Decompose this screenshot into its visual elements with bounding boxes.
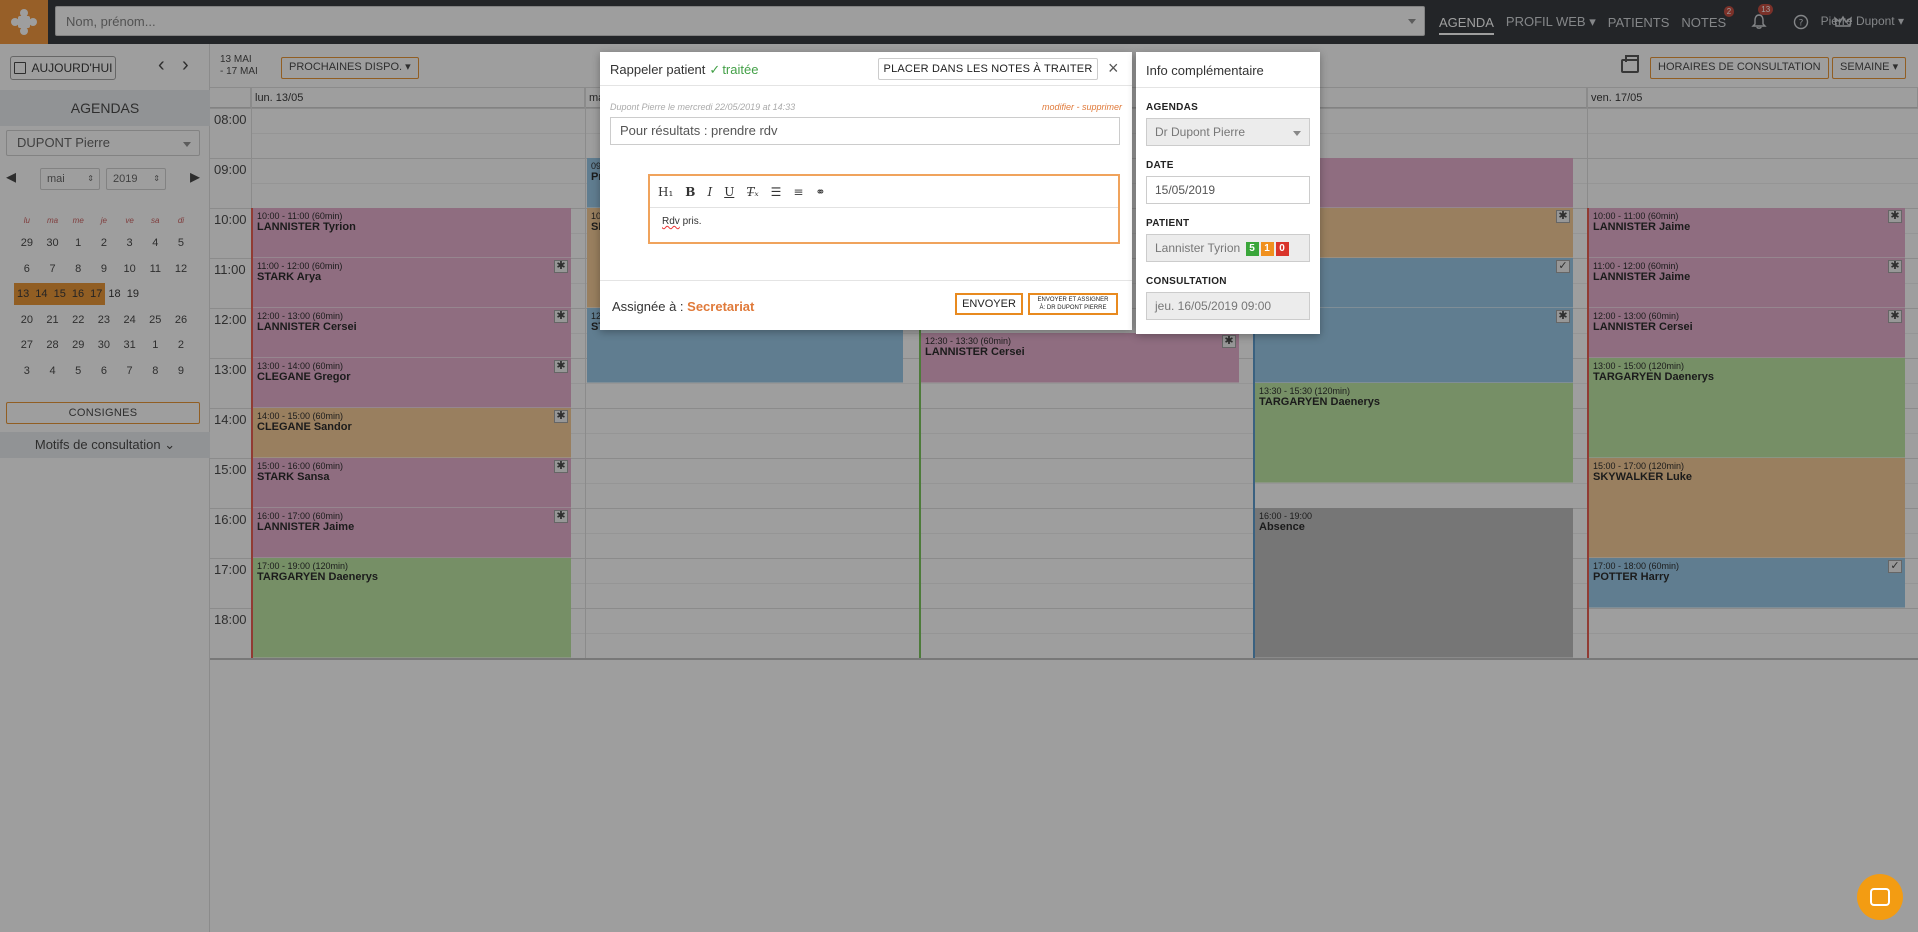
editor-toolbar: H₁ B I U T̶ₓ ☰ ≡ ⚭	[650, 176, 1118, 208]
count-badge: 1	[1260, 241, 1274, 256]
chat-icon	[1870, 888, 1890, 906]
modal-header: Rappeler patient ✓ traitée PLACER DANS LES…	[600, 52, 1132, 86]
info-panel: Info complémentaire AGENDAS Dr Dupont Pi…	[1136, 52, 1320, 334]
delete-link[interactable]: supprimer	[1082, 102, 1122, 112]
send-button[interactable]: ENVOYER	[955, 293, 1023, 315]
modal-title-text: Rappeler patient	[610, 62, 706, 77]
note-actions: modifier - supprimer	[1042, 102, 1122, 112]
heading-icon[interactable]: H₁	[658, 185, 673, 199]
close-icon[interactable]: ×	[1108, 58, 1119, 79]
patient-field[interactable]: Lannister Tyrion 510	[1146, 234, 1310, 262]
agenda-select[interactable]: Dr Dupont Pierre	[1146, 118, 1310, 146]
send-assign-line2: À: DR DUPONT PIERRE	[1039, 305, 1107, 311]
consultation-field[interactable]: jeu. 16/05/2019 09:00	[1146, 292, 1310, 320]
place-in-notes-button[interactable]: PLACER DANS LES NOTES À TRAITER	[878, 58, 1098, 80]
chevron-down-icon	[1293, 131, 1301, 136]
patient-name: Lannister Tyrion	[1155, 241, 1241, 255]
note-modal: Rappeler patient ✓ traitée PLACER DANS LES…	[600, 52, 1132, 330]
underline-icon[interactable]: U	[724, 185, 734, 199]
count-badge: 5	[1245, 241, 1259, 256]
send-assign-line1: ENVOYER ET ASSIGNER	[1037, 297, 1109, 303]
editor-text: pris.	[679, 216, 702, 227]
bold-icon[interactable]: B	[685, 185, 695, 199]
subject-field[interactable]: Pour résultats : prendre rdv	[610, 117, 1120, 145]
date-label: DATE	[1146, 160, 1174, 171]
modal-title: Rappeler patient ✓ traitée	[610, 62, 758, 78]
separator: -	[1073, 102, 1082, 112]
date-field[interactable]: 15/05/2019	[1146, 176, 1310, 204]
chat-launcher[interactable]	[1857, 874, 1903, 920]
bullet-list-icon[interactable]: ≡	[793, 185, 803, 199]
send-and-assign-button[interactable]: ENVOYER ET ASSIGNER À: DR DUPONT PIERRE	[1028, 293, 1118, 315]
status-label: traitée	[722, 62, 759, 77]
check-icon: ✓	[709, 62, 721, 77]
info-title: Info complémentaire	[1136, 52, 1320, 88]
rich-text-editor[interactable]: H₁ B I U T̶ₓ ☰ ≡ ⚭ Rdv pris.	[648, 174, 1120, 244]
consultation-label: CONSULTATION	[1146, 276, 1227, 287]
assigned-label: Assignée à :	[612, 299, 688, 314]
note-meta: Dupont Pierre le mercredi 22/05/2019 at …	[610, 102, 796, 112]
editor-content[interactable]: Rdv pris.	[650, 208, 1118, 235]
count-badge: 0	[1275, 241, 1289, 256]
assigned-to: Assignée à : Secretariat	[612, 299, 754, 314]
modify-link[interactable]: modifier	[1042, 102, 1074, 112]
clear-format-icon[interactable]: T̶ₓ	[746, 185, 758, 199]
modal-footer: Assignée à : Secretariat ENVOYER ENVOYER…	[600, 280, 1132, 330]
ordered-list-icon[interactable]: ☰	[771, 185, 782, 199]
assignee[interactable]: Secretariat	[687, 299, 754, 314]
link-icon[interactable]: ⚭	[815, 185, 825, 199]
misspelled-word: Rdv	[662, 216, 680, 227]
italic-icon[interactable]: I	[707, 185, 712, 199]
patient-counts: 510	[1244, 241, 1289, 256]
agenda-select-value: Dr Dupont Pierre	[1155, 125, 1246, 139]
agendas-label: AGENDAS	[1146, 102, 1199, 113]
patient-label: PATIENT	[1146, 218, 1190, 229]
